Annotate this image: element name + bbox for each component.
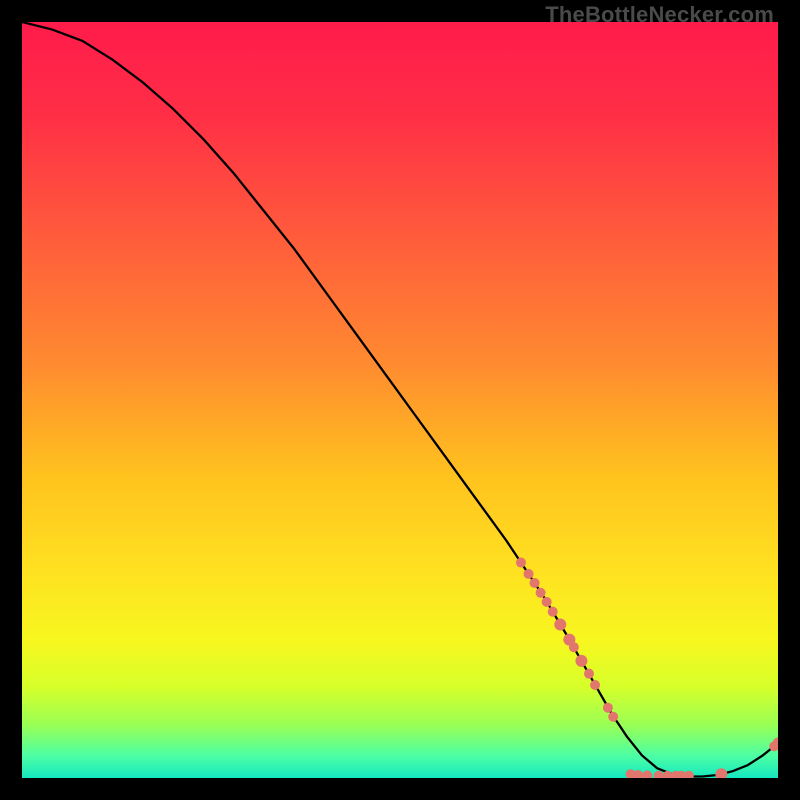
scatter-marker <box>575 655 587 667</box>
gradient-background <box>22 22 778 778</box>
scatter-marker <box>542 597 552 607</box>
scatter-marker <box>584 669 594 679</box>
chart-stage: TheBottleNecker.com <box>0 0 800 800</box>
plot-area <box>22 22 778 778</box>
scatter-marker <box>524 569 534 579</box>
scatter-marker <box>548 607 558 617</box>
scatter-marker <box>569 642 579 652</box>
scatter-marker <box>536 588 546 598</box>
scatter-marker <box>554 619 566 631</box>
scatter-marker <box>590 680 600 690</box>
chart-svg <box>22 22 778 778</box>
scatter-marker <box>603 703 613 713</box>
scatter-marker <box>516 558 526 568</box>
scatter-marker <box>530 578 540 588</box>
scatter-marker <box>608 712 618 722</box>
